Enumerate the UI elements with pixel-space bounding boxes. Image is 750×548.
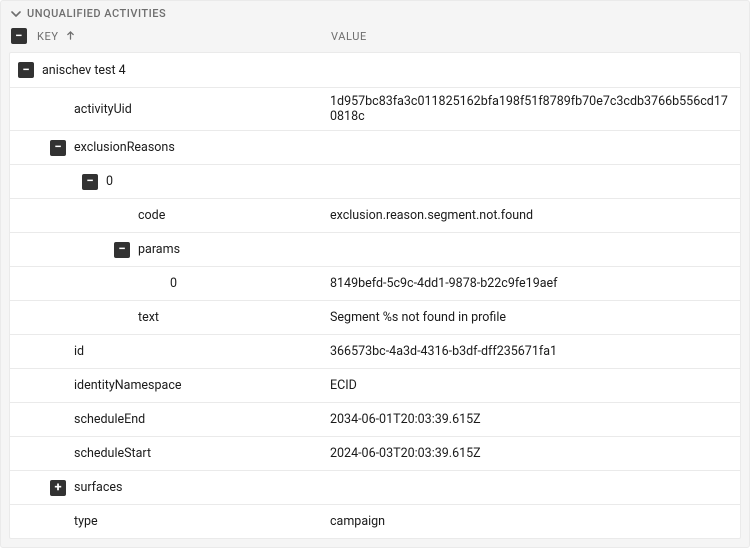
toggle-spacer <box>50 344 66 360</box>
key-cell: surfaces <box>10 480 330 496</box>
value-cell: 2034-06-01T20:03:39.615Z <box>330 412 740 427</box>
value-cell: ECID <box>330 378 740 393</box>
toggle-spacer <box>50 446 66 462</box>
tree-row: text Segment %s not found in profile <box>10 300 740 334</box>
key-cell: scheduleStart <box>10 446 330 462</box>
key-label: 0 <box>170 276 177 291</box>
key-label: anischev test 4 <box>42 63 126 78</box>
key-label: scheduleEnd <box>74 412 145 427</box>
key-cell: code <box>10 208 330 224</box>
key-label: text <box>138 310 159 325</box>
value-cell: campaign <box>330 514 740 529</box>
tree-row: 0 8149befd-5c9c-4dd1-9878-b22c9fe19aef <box>10 266 740 300</box>
section-header[interactable]: UNQUALIFIED ACTIVITIES <box>1 1 749 24</box>
key-label: surfaces <box>74 480 122 495</box>
key-cell: 0 <box>10 276 330 292</box>
tree-row: params <box>10 232 740 266</box>
key-label: type <box>74 514 98 529</box>
key-cell: activityUid <box>10 101 330 117</box>
column-key-label[interactable]: KEY <box>37 30 59 43</box>
key-label: params <box>138 242 180 257</box>
value-cell: 366573bc-4a3d-4316-b3df-dff235671fa1 <box>330 344 740 359</box>
key-label: id <box>74 344 84 359</box>
value-cell: Segment %s not found in profile <box>330 310 740 325</box>
key-label: code <box>138 208 165 223</box>
key-label: identityNamespace <box>74 378 182 393</box>
sort-ascending-icon <box>66 31 75 40</box>
tree-row: exclusionReasons <box>10 130 740 164</box>
tree-row: scheduleStart 2024-06-03T20:03:39.615Z <box>10 436 740 470</box>
section-title: UNQUALIFIED ACTIVITIES <box>27 7 166 20</box>
tree-row: activityUid 1d957bc83fa3c011825162bfa198f… <box>10 87 740 130</box>
chevron-down-icon <box>11 9 21 19</box>
tree-view: anischev test 4 activityUid 1d957bc83fa3c0… <box>9 52 741 539</box>
key-cell: anischev test 4 <box>10 62 330 78</box>
toggle-spacer <box>50 514 66 530</box>
expand-toggle[interactable] <box>50 480 66 496</box>
tree-row: type campaign <box>10 504 740 538</box>
tree-row: anischev test 4 <box>10 53 740 87</box>
toggle-spacer <box>50 101 66 117</box>
toggle-spacer <box>146 276 162 292</box>
collapse-toggle[interactable] <box>114 242 130 258</box>
key-cell: exclusionReasons <box>10 140 330 156</box>
collapse-toggle[interactable] <box>18 62 34 78</box>
key-cell: scheduleEnd <box>10 412 330 428</box>
toggle-spacer <box>50 378 66 394</box>
column-value-label[interactable]: VALUE <box>331 30 367 43</box>
key-label: 0 <box>106 174 113 189</box>
toggle-spacer <box>114 208 130 224</box>
tree-row: surfaces <box>10 470 740 504</box>
tree-row: scheduleEnd 2034-06-01T20:03:39.615Z <box>10 402 740 436</box>
key-label: exclusionReasons <box>74 140 175 155</box>
key-cell: params <box>10 242 330 258</box>
key-cell: 0 <box>10 174 330 190</box>
key-cell: id <box>10 344 330 360</box>
column-header-row: KEY VALUE <box>1 24 749 52</box>
collapse-toggle[interactable] <box>50 140 66 156</box>
toggle-spacer <box>114 310 130 326</box>
key-label: activityUid <box>74 102 132 117</box>
tree-row: id 366573bc-4a3d-4316-b3df-dff235671fa1 <box>10 334 740 368</box>
toggle-spacer <box>50 412 66 428</box>
key-cell: text <box>10 310 330 326</box>
value-cell: 2024-06-03T20:03:39.615Z <box>330 446 740 461</box>
key-cell: type <box>10 514 330 530</box>
tree-row: identityNamespace ECID <box>10 368 740 402</box>
collapse-all-toggle[interactable] <box>11 28 27 44</box>
value-cell: 8149befd-5c9c-4dd1-9878-b22c9fe19aef <box>330 276 740 291</box>
key-cell: identityNamespace <box>10 378 330 394</box>
key-label: scheduleStart <box>74 446 151 461</box>
tree-row: code exclusion.reason.segment.not.found <box>10 198 740 232</box>
panel-unqualified-activities: UNQUALIFIED ACTIVITIES KEY VALUE anische… <box>0 0 750 548</box>
value-cell: exclusion.reason.segment.not.found <box>330 208 740 223</box>
collapse-toggle[interactable] <box>82 174 98 190</box>
tree-row: 0 <box>10 164 740 198</box>
value-cell: 1d957bc83fa3c011825162bfa198f51f8789fb70… <box>330 94 740 124</box>
